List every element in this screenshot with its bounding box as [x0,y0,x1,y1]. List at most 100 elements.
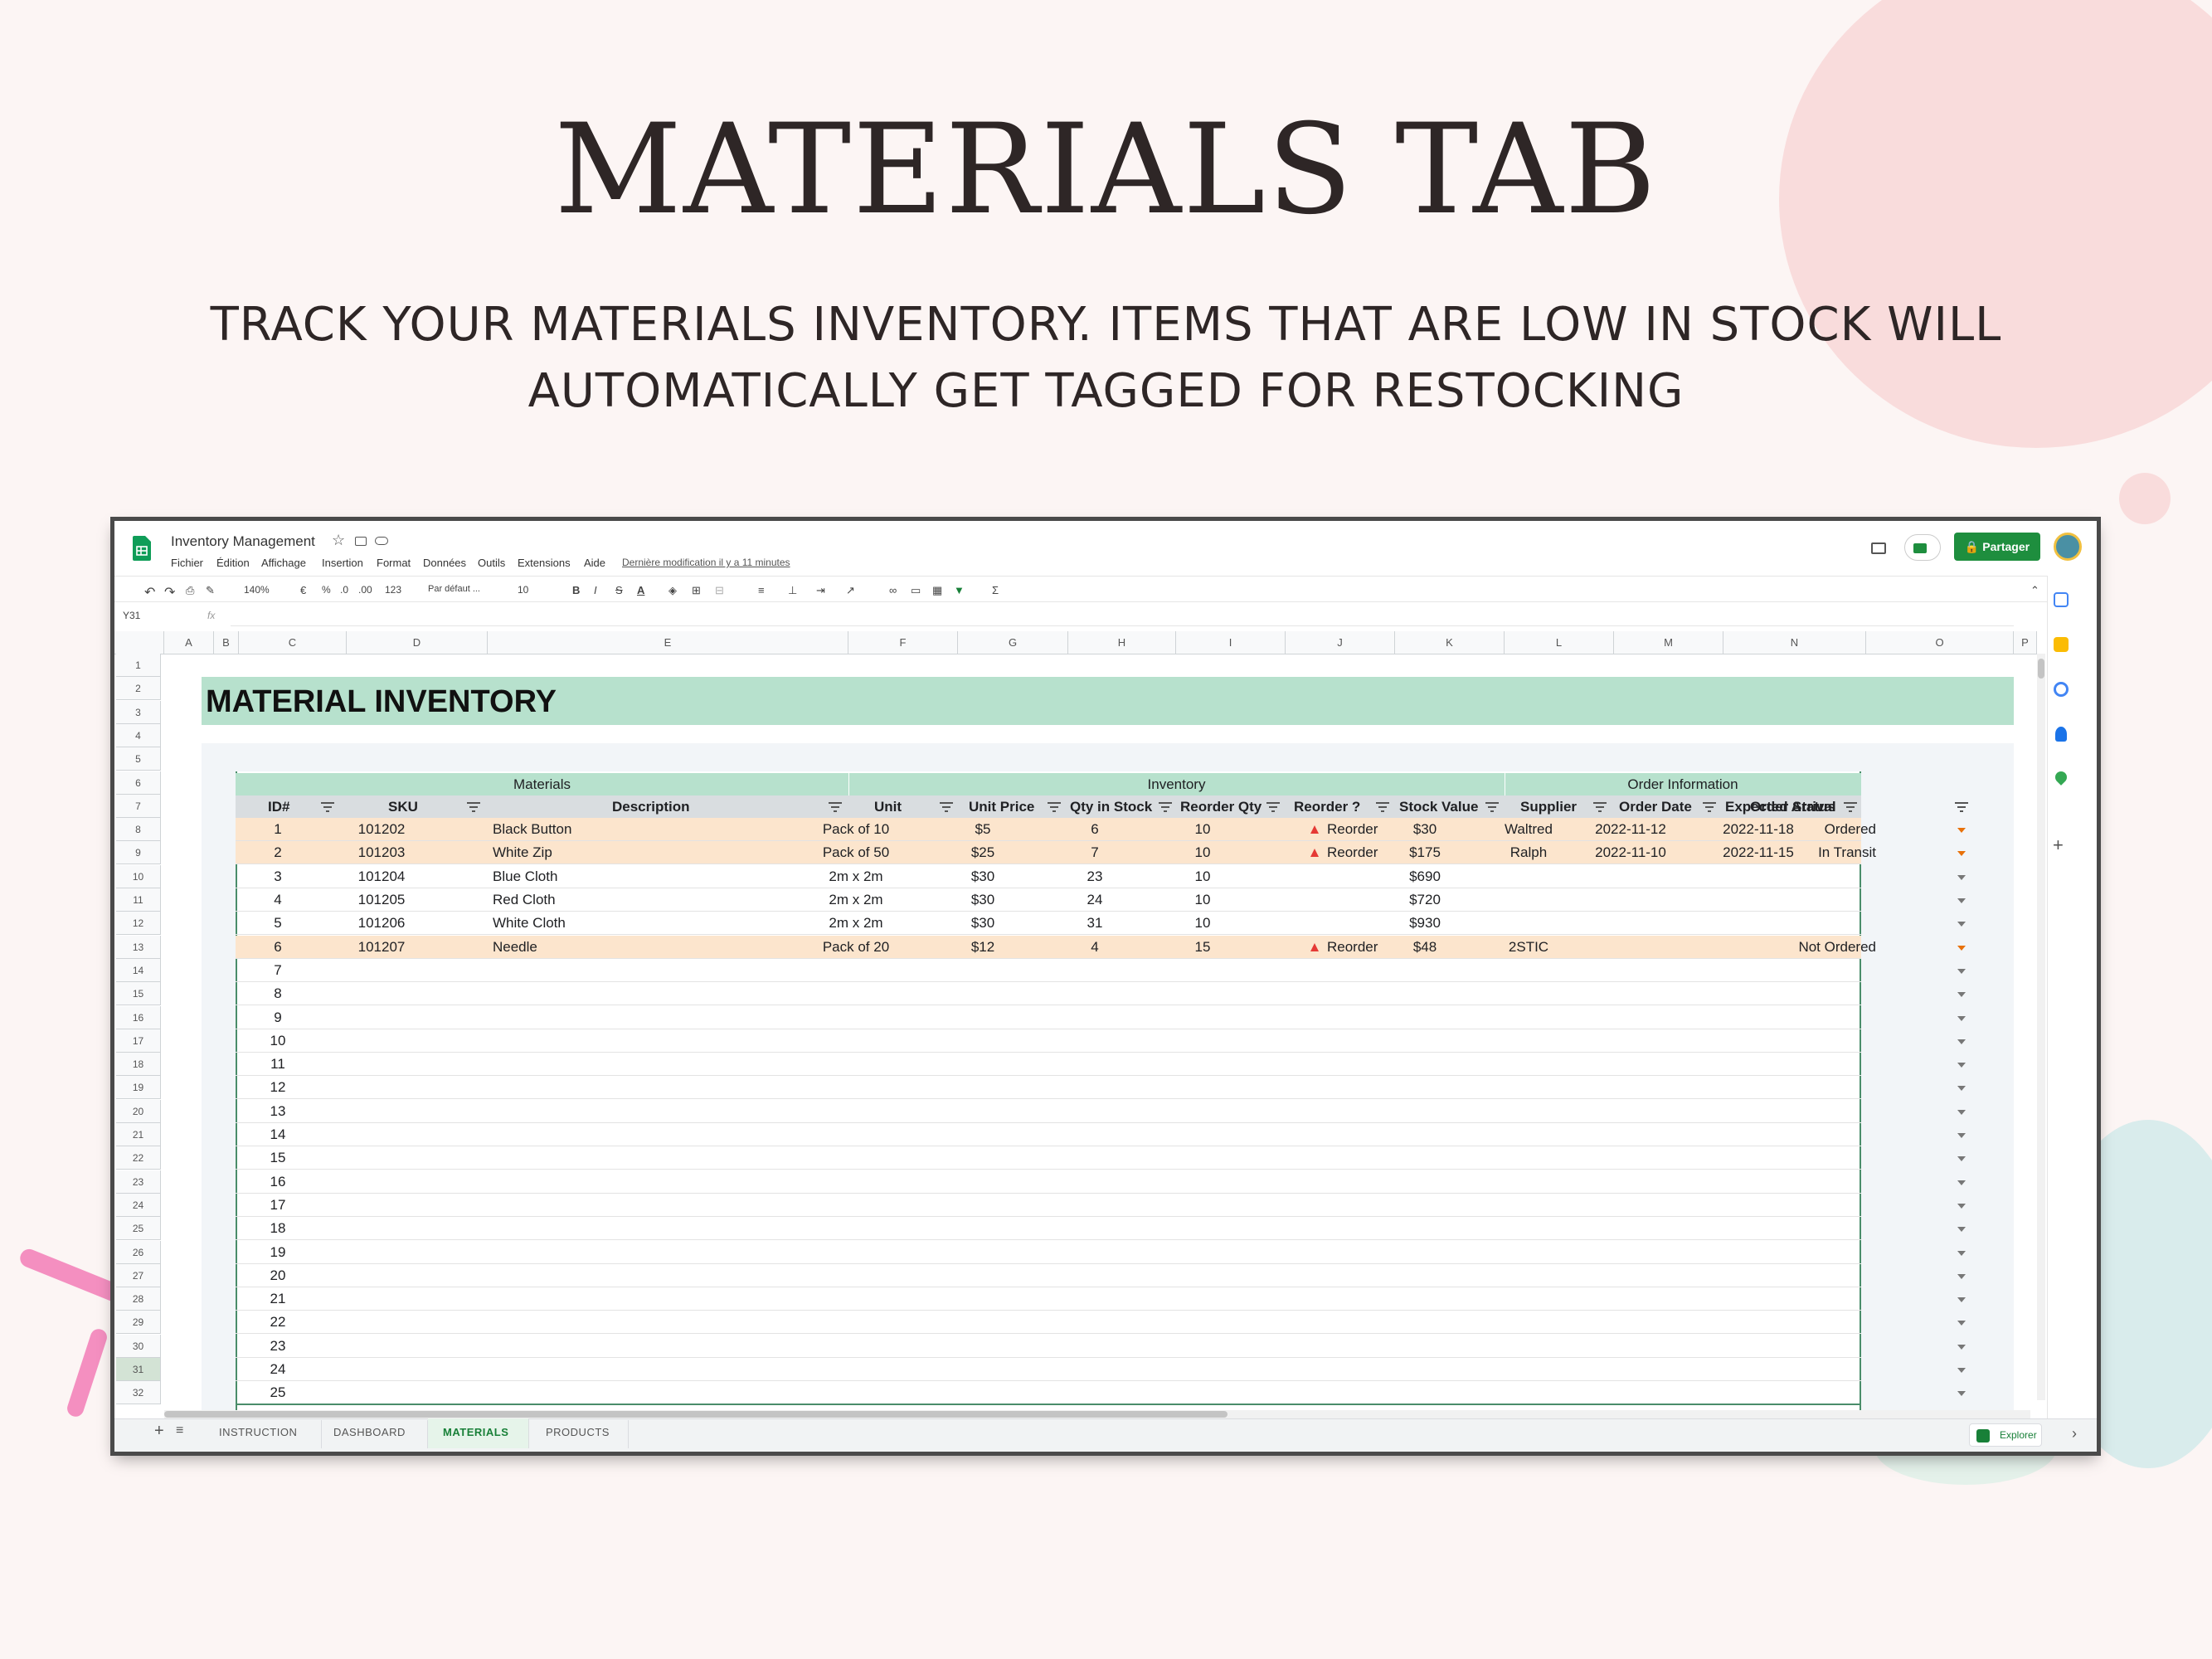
filter-expected-arrival-icon[interactable] [1843,801,1858,813]
order-status-dropdown-icon[interactable] [1957,1344,1966,1350]
order-status-dropdown-icon[interactable] [1957,1227,1966,1233]
order-status-dropdown-icon[interactable] [1957,1180,1966,1185]
row-header-12[interactable]: 12 [116,912,161,936]
more-formats-select[interactable]: 123 [385,584,401,596]
all-sheets-icon[interactable]: ≡ [176,1423,183,1438]
table-row[interactable] [236,1264,1861,1287]
font-select[interactable]: Par défaut ... [428,584,480,594]
bold-button[interactable]: B [572,584,580,596]
table-row[interactable] [236,1100,1861,1123]
borders-icon[interactable]: ⊞ [692,584,701,597]
column-header-i[interactable]: I [1176,631,1286,654]
row-header-32[interactable]: 32 [116,1381,161,1405]
expand-side-panel-icon[interactable]: › [2072,1425,2077,1443]
row-header-29[interactable]: 29 [116,1311,161,1335]
doc-title[interactable]: Inventory Management [171,533,315,550]
table-row[interactable] [236,1311,1861,1335]
column-header-m[interactable]: M [1614,631,1723,654]
order-status-dropdown-icon[interactable] [1957,1368,1966,1373]
print-icon[interactable]: ⎙ [186,584,194,597]
fill-color-icon[interactable]: ◈ [668,584,677,597]
row-header-19[interactable]: 19 [116,1076,161,1100]
table-row[interactable] [236,1029,1861,1053]
explore-button[interactable]: Explorer [1969,1423,2042,1447]
row-header-30[interactable]: 30 [116,1334,161,1358]
column-header-g[interactable]: G [958,631,1068,654]
column-header-b[interactable]: B [214,631,239,654]
order-status-dropdown-icon[interactable] [1957,1109,1966,1115]
order-status-dropdown-icon[interactable] [1957,992,1966,998]
column-header-n[interactable]: N [1723,631,1866,654]
chart-icon[interactable]: ▦ [932,584,942,597]
order-status-dropdown-icon[interactable] [1957,874,1966,880]
row-header-25[interactable]: 25 [116,1217,161,1241]
comment-icon[interactable] [1871,542,1886,554]
formula-input[interactable] [231,605,2014,626]
sheets-logo-icon[interactable] [133,536,151,561]
table-row[interactable] [236,1358,1861,1381]
row-header-21[interactable]: 21 [116,1123,161,1146]
column-header-c[interactable]: C [239,631,347,654]
table-row[interactable] [236,1170,1861,1194]
table-row[interactable] [236,1006,1861,1029]
row-header-8[interactable]: 8 [116,818,161,842]
menu-outils[interactable]: Outils [478,557,505,569]
italic-button[interactable]: I [594,584,597,596]
row-header-17[interactable]: 17 [116,1029,161,1053]
row-header-28[interactable]: 28 [116,1287,161,1311]
order-status-dropdown-icon[interactable] [1957,1203,1966,1209]
name-box[interactable]: Y31 [123,610,140,621]
column-header-o[interactable]: O [1866,631,2014,654]
filter-sku-icon[interactable] [466,801,481,813]
order-status-dropdown-icon[interactable] [1957,1039,1966,1044]
table-row[interactable] [236,1076,1861,1100]
move-folder-icon[interactable] [355,537,367,546]
table-row[interactable] [236,1194,1861,1217]
menu-format[interactable]: Format [377,557,411,569]
column-header-p[interactable]: P [2014,631,2037,654]
row-header-3[interactable]: 3 [116,700,161,724]
row-header-26[interactable]: 26 [116,1240,161,1264]
get-addons-icon[interactable]: + [2053,834,2064,856]
table-row[interactable] [236,1123,1861,1146]
table-row[interactable] [236,1217,1861,1241]
row-header-31[interactable]: 31 [116,1358,161,1381]
row-header-2[interactable]: 2 [116,677,161,701]
meet-button[interactable] [1904,534,1941,561]
paint-format-icon[interactable]: ✎ [206,584,215,597]
filter-order-date-icon[interactable] [1702,801,1717,813]
horizontal-scrollbar[interactable] [164,1410,2030,1418]
text-rotate-icon[interactable]: ↗ [846,584,855,597]
row-header-13[interactable]: 13 [116,935,161,959]
order-status-dropdown-icon[interactable] [1957,1133,1966,1138]
zoom-select[interactable]: 140% [244,584,270,596]
table-row[interactable] [236,982,1861,1006]
order-status-dropdown-icon[interactable] [1957,1273,1966,1279]
menu-donnees[interactable]: Données [423,557,466,569]
decrease-decimal-button[interactable]: .0 [340,584,348,596]
last-modified-link[interactable]: Dernière modification il y a 11 minutes [622,557,790,568]
row-header-24[interactable]: 24 [116,1193,161,1217]
undo-icon[interactable]: ↶ [144,584,155,601]
column-header-h[interactable]: H [1068,631,1176,654]
tasks-icon[interactable] [2054,682,2069,697]
account-avatar[interactable] [2054,533,2082,561]
merge-cells-icon[interactable]: ⊟ [715,584,724,597]
table-row[interactable] [236,1241,1861,1264]
percent-format-button[interactable]: % [322,584,331,596]
table-row[interactable] [236,1381,1861,1405]
filter-supplier-icon[interactable] [1592,801,1607,813]
row-header-11[interactable]: 11 [116,888,161,912]
keep-icon[interactable] [2054,637,2069,652]
filter-unit-price-icon[interactable] [1047,801,1062,813]
column-header-k[interactable]: K [1395,631,1505,654]
text-wrap-icon[interactable]: ⇥ [816,584,825,597]
row-header-15[interactable]: 15 [116,982,161,1006]
filter-id-icon[interactable] [320,801,335,813]
menu-edition[interactable]: Édition [216,557,250,569]
order-status-dropdown-icon[interactable] [1957,922,1966,927]
star-icon[interactable]: ☆ [332,532,345,549]
contacts-icon[interactable] [2055,727,2067,742]
filter-reorder-icon[interactable] [1375,801,1390,813]
menu-insertion[interactable]: Insertion [322,557,363,569]
